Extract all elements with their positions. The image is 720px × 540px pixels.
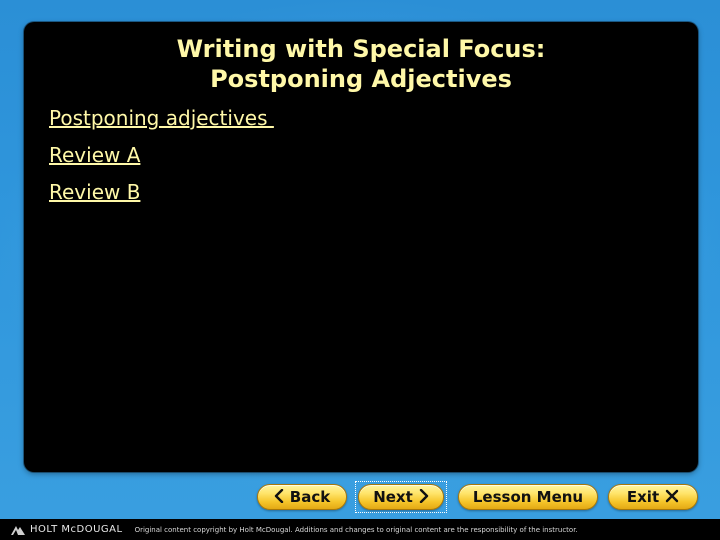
link-postponing-adjectives[interactable]: Postponing adjectives bbox=[49, 106, 274, 130]
link-review-a[interactable]: Review A bbox=[49, 143, 274, 167]
slide-title-line2: Postponing Adjectives bbox=[210, 65, 512, 93]
chevron-left-icon bbox=[274, 488, 284, 506]
copyright-text: Original content copyright by Holt McDou… bbox=[134, 525, 578, 534]
back-button[interactable]: Back bbox=[257, 484, 347, 510]
exit-button[interactable]: Exit bbox=[608, 484, 698, 510]
exit-label: Exit bbox=[626, 488, 660, 506]
lesson-menu-label: Lesson Menu bbox=[472, 488, 584, 506]
content-panel: Writing with Special Focus: Postponing A… bbox=[24, 22, 698, 472]
back-label: Back bbox=[289, 488, 331, 506]
link-list: Postponing adjectives Review A Review B bbox=[49, 106, 274, 217]
lesson-menu-button[interactable]: Lesson Menu bbox=[458, 484, 598, 510]
logo-text: HOLT McDOUGAL bbox=[30, 524, 123, 535]
holt-mcdougal-logo-icon bbox=[10, 524, 26, 536]
footer-bar: HOLT McDOUGAL Original content copyright… bbox=[0, 519, 720, 540]
slide-title: Writing with Special Focus: Postponing A… bbox=[24, 34, 698, 94]
link-review-b[interactable]: Review B bbox=[49, 180, 274, 204]
slide-title-line1: Writing with Special Focus: bbox=[176, 35, 546, 63]
next-label: Next bbox=[373, 488, 413, 506]
close-icon bbox=[665, 489, 679, 506]
holt-mcdougal-logo: HOLT McDOUGAL bbox=[10, 524, 123, 536]
chevron-right-icon bbox=[419, 488, 429, 506]
next-button[interactable]: Next bbox=[358, 484, 444, 510]
